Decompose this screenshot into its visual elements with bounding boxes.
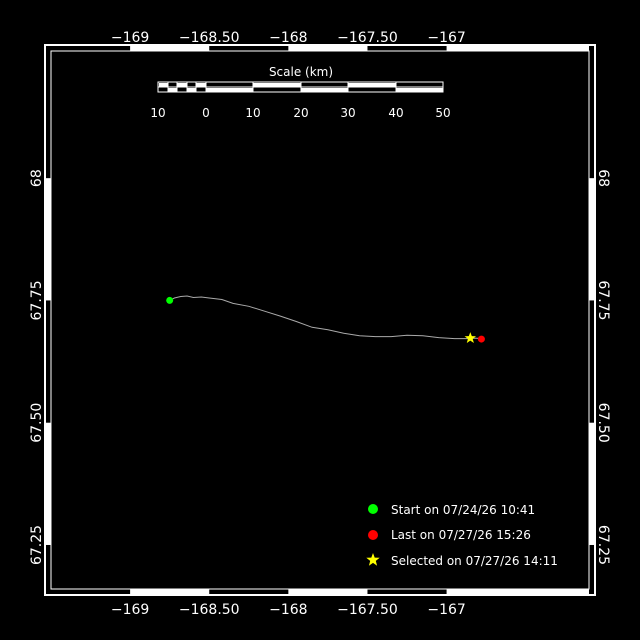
frame-bar-right — [589, 178, 595, 301]
x-tick-label-bottom: −168 — [269, 602, 307, 618]
scale-seg — [168, 88, 177, 92]
y-tick-label-right: 67.75 — [595, 280, 611, 320]
y-tick-label-left: 67.50 — [29, 403, 45, 443]
frame-bar-top — [446, 45, 589, 51]
x-tick-label-bottom: −169 — [111, 602, 149, 618]
scale-label: 50 — [435, 106, 450, 120]
legend-start-label: Start on 07/24/26 10:41 — [391, 503, 535, 517]
x-tick-label-bottom: −167.50 — [337, 602, 398, 618]
scale-label: 10 — [245, 106, 260, 120]
scale-label: 30 — [340, 106, 355, 120]
legend: Start on 07/24/26 10:41 Last on 07/27/26… — [366, 503, 558, 568]
x-tick-label-top: −168 — [269, 30, 307, 46]
scale-seg — [159, 83, 168, 87]
x-tick-label-bottom: −168.50 — [179, 602, 240, 618]
scale-title: Scale (km) — [269, 65, 333, 79]
y-tick-label-left: 67.75 — [29, 280, 45, 320]
scale-seg — [301, 88, 348, 92]
legend-last-symbol — [368, 530, 378, 540]
scale-label: 0 — [202, 106, 210, 120]
legend-last-label: Last on 07/27/26 15:26 — [391, 528, 531, 542]
y-tick-label-right: 68 — [595, 169, 611, 187]
y-tick-label-left: 67.25 — [29, 525, 45, 565]
x-tick-label-top: −167.50 — [337, 30, 398, 46]
y-tick-label-left: 68 — [29, 169, 45, 187]
x-tick-label-top: −168.50 — [179, 30, 240, 46]
scale-seg — [253, 83, 301, 87]
frame-bar-left — [45, 178, 51, 301]
scale-label: 10 — [150, 106, 165, 120]
scale-label: 20 — [293, 106, 308, 120]
frame-bar-bottom — [130, 589, 210, 595]
drifter-track-map: −169 −169 −168.50 −168.50 −168 −168 −167.50 −16… — [0, 0, 640, 640]
x-tick-label-top: −167 — [427, 30, 465, 46]
x-tick-label-bottom: −167 — [427, 602, 465, 618]
frame-bar-bottom — [288, 589, 368, 595]
scale-label: 40 — [388, 106, 403, 120]
scale-seg — [187, 88, 196, 92]
frame-bar-right — [589, 422, 595, 545]
legend-start-symbol — [368, 504, 378, 514]
scale-seg — [196, 83, 206, 87]
scale-seg — [177, 83, 187, 87]
frame-bar-bottom — [446, 589, 589, 595]
legend-selected-label: Selected on 07/27/26 14:11 — [391, 554, 558, 568]
marker-last — [477, 335, 485, 343]
scale-seg — [348, 83, 396, 87]
scale-seg — [206, 88, 253, 92]
y-tick-label-right: 67.25 — [595, 525, 611, 565]
x-tick-label-top: −169 — [111, 30, 149, 46]
frame-bar-left — [45, 422, 51, 545]
marker-start — [166, 296, 174, 304]
y-tick-label-right: 67.50 — [595, 403, 611, 443]
scale-seg — [396, 88, 443, 92]
